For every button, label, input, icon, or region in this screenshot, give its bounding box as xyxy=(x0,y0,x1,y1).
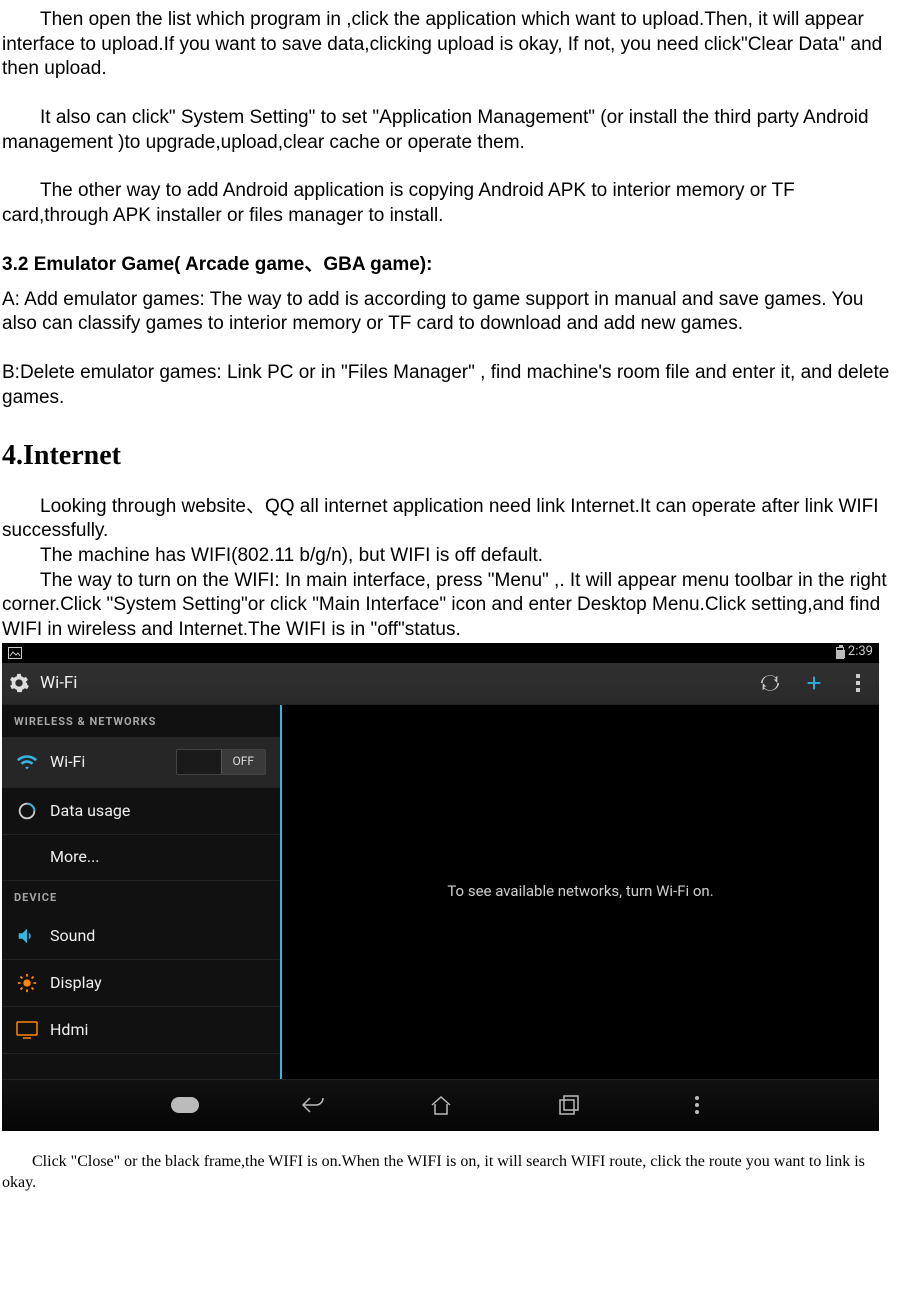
navigation-bar xyxy=(2,1079,879,1131)
subsection-heading: 3.2 Emulator Game( Arcade game、GBA game)… xyxy=(2,253,892,278)
sidebar-item-more[interactable]: More... xyxy=(2,835,280,881)
status-bar: 2:39 xyxy=(2,643,879,663)
toggle-on-half xyxy=(177,750,221,774)
section-header-wireless: WIRELESS & NETWORKS xyxy=(2,705,280,737)
sidebar-item-label: Data usage xyxy=(50,801,130,822)
nav-back-icon[interactable] xyxy=(299,1091,327,1119)
add-network-icon[interactable] xyxy=(803,672,825,694)
nav-recent-icon[interactable] xyxy=(555,1091,583,1119)
paragraph: Click "Close" or the black frame,the WIF… xyxy=(2,1151,892,1194)
sound-icon xyxy=(16,925,38,947)
paragraph: The machine has WIFI(802.11 b/g/n), but … xyxy=(2,544,892,569)
display-icon xyxy=(16,972,38,994)
sidebar-item-label: Hdmi xyxy=(50,1020,88,1041)
wifi-main-pane: To see available networks, turn Wi-Fi on… xyxy=(282,705,879,1079)
battery-icon xyxy=(836,647,844,659)
app-bar-title: Wi-Fi xyxy=(40,672,749,694)
wifi-toggle[interactable]: OFF xyxy=(176,749,266,775)
sidebar-item-hdmi[interactable]: Hdmi xyxy=(2,1007,280,1054)
sidebar-item-label: Sound xyxy=(50,926,95,947)
paragraph: The other way to add Android application… xyxy=(2,179,892,228)
sidebar-item-display[interactable]: Display xyxy=(2,960,280,1007)
sidebar-item-sound[interactable]: Sound xyxy=(2,913,280,960)
paragraph: It also can click" System Setting" to se… xyxy=(2,106,892,155)
settings-sidebar: WIRELESS & NETWORKS Wi-Fi OFF Data usage xyxy=(2,705,282,1079)
section-heading: 4.Internet xyxy=(2,438,892,474)
wifi-off-message: To see available networks, turn Wi-Fi on… xyxy=(447,882,713,902)
settings-body: WIRELESS & NETWORKS Wi-Fi OFF Data usage xyxy=(2,705,879,1079)
paragraph: Then open the list which program in ,cli… xyxy=(2,8,892,82)
status-bar-left xyxy=(8,647,22,659)
app-bar: Wi-Fi xyxy=(2,663,879,705)
nav-home-icon[interactable] xyxy=(427,1091,455,1119)
paragraph: Looking through website、QQ all internet … xyxy=(2,495,892,544)
sidebar-item-label: Wi-Fi xyxy=(50,752,85,773)
data-usage-icon xyxy=(16,800,38,822)
android-settings-screenshot: 2:39 Wi-Fi WIRELESS & NETWORKS xyxy=(2,643,879,1131)
wifi-icon xyxy=(16,751,38,773)
section-header-device: DEVICE xyxy=(2,881,280,913)
paragraph: B:Delete emulator games: Link PC or in "… xyxy=(2,361,892,410)
toggle-off-half: OFF xyxy=(221,750,266,774)
clock: 2:39 xyxy=(848,644,873,661)
overflow-menu-icon[interactable] xyxy=(847,672,869,694)
sidebar-item-wifi[interactable]: Wi-Fi OFF xyxy=(2,737,280,788)
refresh-icon[interactable] xyxy=(759,672,781,694)
app-bar-actions xyxy=(759,672,873,694)
status-bar-right: 2:39 xyxy=(836,644,873,661)
paragraph: The way to turn on the WIFI: In main int… xyxy=(2,569,892,643)
nav-menu-icon[interactable] xyxy=(683,1091,711,1119)
sidebar-item-label: Display xyxy=(50,973,102,994)
gamepad-icon[interactable] xyxy=(171,1091,199,1119)
sidebar-item-data-usage[interactable]: Data usage xyxy=(2,788,280,835)
hdmi-icon xyxy=(16,1019,38,1041)
settings-gear-icon xyxy=(8,672,30,694)
sidebar-item-label: More... xyxy=(50,847,100,868)
paragraph: A: Add emulator games: The way to add is… xyxy=(2,288,892,337)
picture-icon xyxy=(8,647,22,659)
